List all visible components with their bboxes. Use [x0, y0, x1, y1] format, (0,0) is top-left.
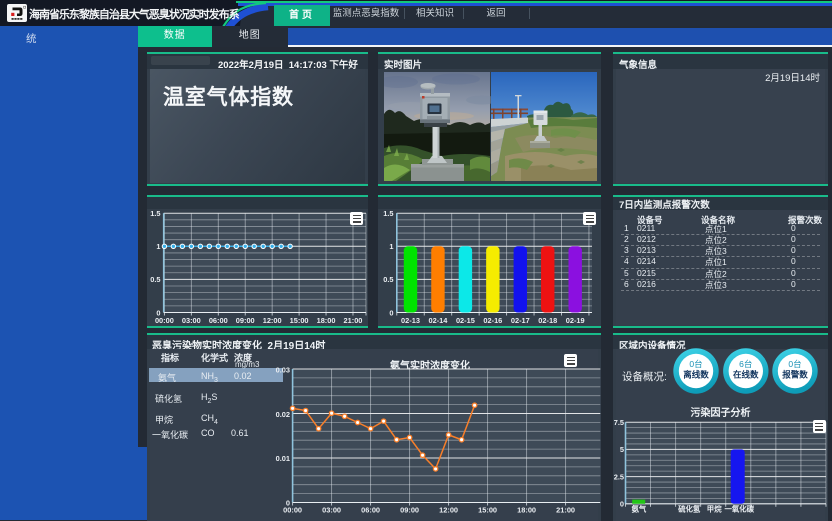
svg-text:0.01: 0.01 [276, 454, 290, 463]
svg-text:在线数: 在线数 [733, 370, 759, 380]
svg-text:09:00: 09:00 [400, 505, 419, 514]
svg-text:18:00: 18:00 [517, 505, 536, 514]
svg-text:0台: 0台 [689, 359, 702, 369]
svg-text:0: 0 [389, 308, 393, 317]
svg-text:02-18: 02-18 [538, 316, 557, 325]
svg-text:1.5: 1.5 [150, 209, 160, 218]
svg-text:03:00: 03:00 [182, 316, 201, 325]
svg-text:15:00: 15:00 [478, 505, 497, 514]
svg-text:02-17: 02-17 [511, 316, 530, 325]
svg-text:5: 5 [620, 445, 624, 454]
svg-text:2.5: 2.5 [614, 472, 624, 481]
svg-text:0.5: 0.5 [383, 275, 393, 284]
svg-text:09:00: 09:00 [236, 316, 255, 325]
svg-text:0: 0 [156, 308, 160, 317]
svg-text:03:00: 03:00 [322, 505, 341, 514]
svg-text:21:00: 21:00 [556, 505, 575, 514]
svg-text:02-15: 02-15 [456, 316, 475, 325]
svg-text:1: 1 [156, 242, 160, 251]
svg-text:0: 0 [620, 499, 624, 508]
svg-text:7.5: 7.5 [614, 418, 624, 427]
svg-text:00:00: 00:00 [155, 316, 174, 325]
svg-text:02-16: 02-16 [483, 316, 502, 325]
svg-text:0.5: 0.5 [150, 275, 160, 284]
svg-text:0.02: 0.02 [276, 409, 290, 418]
svg-text:06:00: 06:00 [361, 505, 380, 514]
svg-text:12:00: 12:00 [263, 316, 282, 325]
svg-text:0.03: 0.03 [276, 365, 290, 374]
svg-text:15:00: 15:00 [290, 316, 309, 325]
svg-text:21:00: 21:00 [344, 316, 363, 325]
svg-text:02-13: 02-13 [401, 316, 420, 325]
svg-text:甲烷: 甲烷 [707, 504, 722, 513]
svg-text:氨气: 氨气 [632, 504, 647, 513]
svg-text:1: 1 [389, 242, 393, 251]
svg-text:18:00: 18:00 [317, 316, 336, 325]
svg-text:0台: 0台 [788, 359, 801, 369]
svg-text:离线数: 离线数 [683, 370, 709, 380]
svg-text:硫化氢: 硫化氢 [678, 504, 701, 513]
svg-text:1.5: 1.5 [383, 209, 393, 218]
svg-text:一氧化碳: 一氧化碳 [725, 504, 755, 513]
svg-text:02-14: 02-14 [428, 316, 448, 325]
svg-text:06:00: 06:00 [209, 316, 228, 325]
svg-text:6台: 6台 [739, 359, 752, 369]
svg-text:12:00: 12:00 [439, 505, 458, 514]
svg-text:报警数: 报警数 [782, 370, 808, 380]
svg-text:02-19: 02-19 [566, 316, 585, 325]
svg-text:0: 0 [286, 498, 290, 507]
